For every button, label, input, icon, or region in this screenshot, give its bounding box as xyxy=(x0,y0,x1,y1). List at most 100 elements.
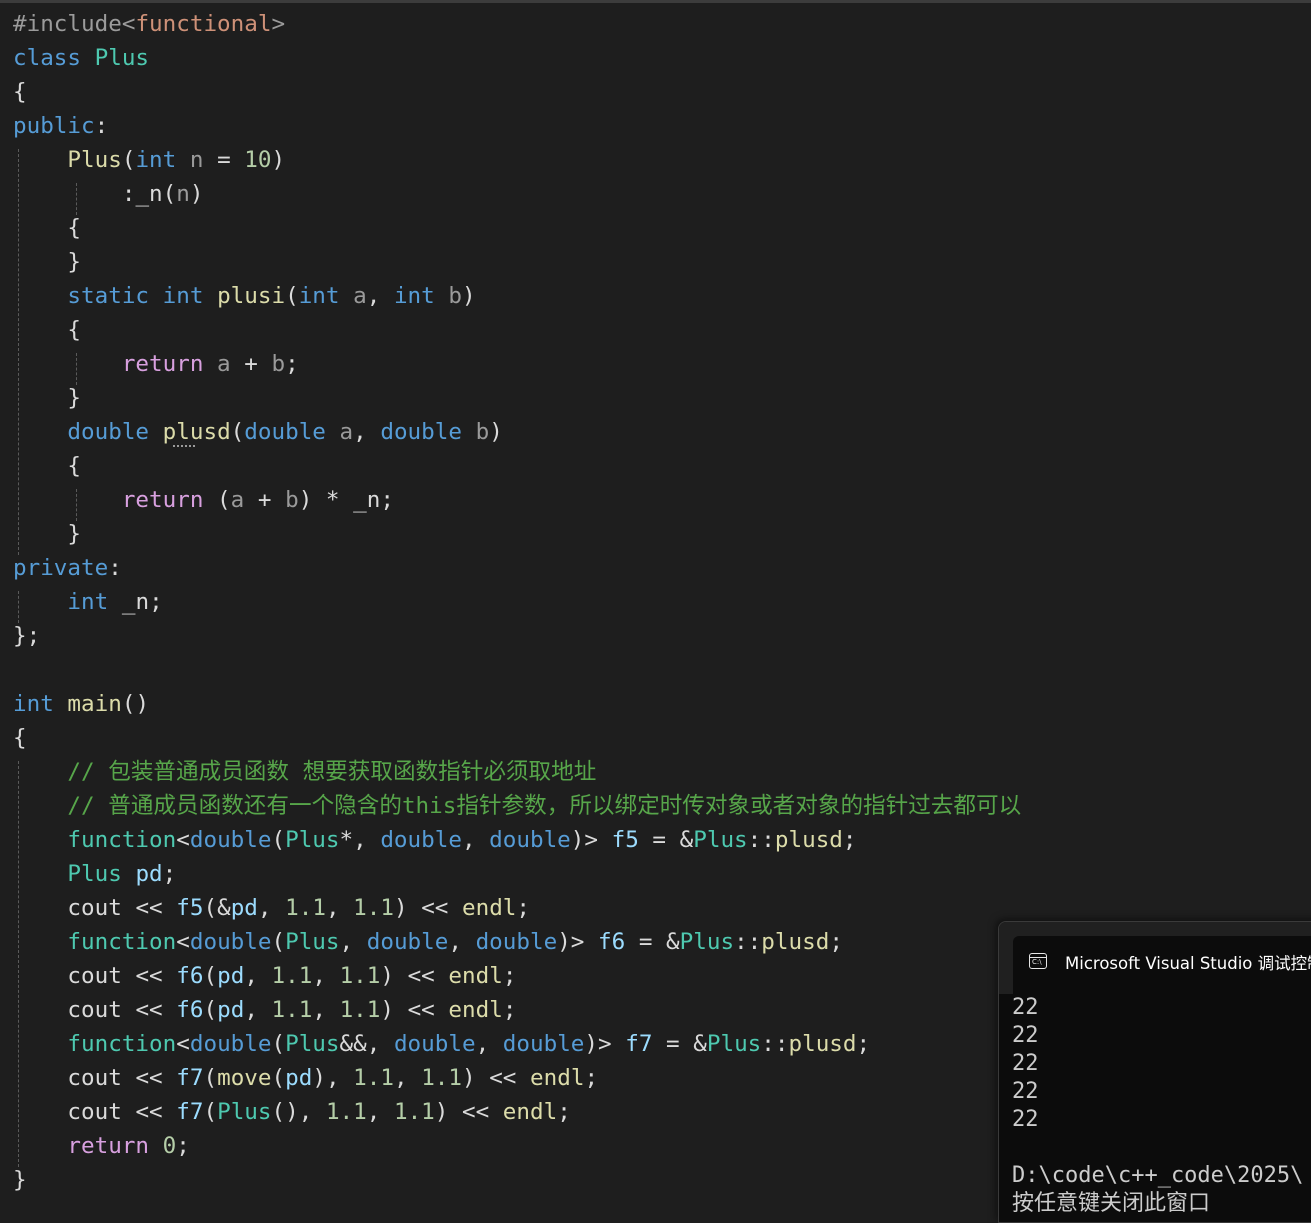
console-output-line: 22 xyxy=(1012,1079,1039,1104)
console-output-line: 22 xyxy=(1012,1107,1039,1132)
code-token: ( xyxy=(271,827,286,853)
code-token: { xyxy=(13,317,82,343)
code-token: ( xyxy=(203,963,218,989)
code-token: Plus xyxy=(217,1099,272,1125)
code-token: 1.1 xyxy=(353,895,394,921)
code-token: ; xyxy=(162,861,177,887)
code-token: Plus xyxy=(285,929,340,955)
code-token: , xyxy=(366,283,394,309)
code-token: << xyxy=(121,1065,177,1091)
code-token: double xyxy=(189,929,272,955)
code-token: function xyxy=(67,827,177,853)
code-token: plusd xyxy=(761,929,830,955)
code-token: } xyxy=(13,249,82,275)
code-line: Plus pd; xyxy=(13,857,176,891)
code-token: ) xyxy=(271,147,286,173)
code-editor[interactable]: #include<functional> class Plus{public: P… xyxy=(0,0,1311,1223)
code-line: function<double(Plus, double, double)> f… xyxy=(13,925,843,959)
code-token: )> xyxy=(557,929,599,955)
code-token: ( xyxy=(203,487,231,513)
code-token: { xyxy=(13,725,27,751)
code-line: function<double(Plus*, double, double)> … xyxy=(13,823,856,857)
code-token: (& xyxy=(203,895,231,921)
console-output-line: 22 xyxy=(1012,1051,1039,1076)
code-token: } xyxy=(13,521,82,547)
code-token: _n xyxy=(135,181,163,207)
code-hint-dots xyxy=(173,439,195,447)
code-token: endl xyxy=(448,963,503,989)
code-token: ( xyxy=(121,147,136,173)
code-token: ) << xyxy=(380,963,449,989)
code-line: cout << f6(pd, 1.1, 1.1) << endl; xyxy=(13,959,516,993)
code-line: } xyxy=(13,381,81,415)
code-token: private xyxy=(13,555,109,581)
console-tab[interactable]: C:\ Microsoft Visual Studio 调试控制台 xyxy=(1013,936,1311,994)
console-title-bar[interactable]: C:\ Microsoft Visual Studio 调试控制台 xyxy=(999,922,1311,994)
code-token: ; xyxy=(856,1031,871,1057)
code-token: functional xyxy=(135,11,272,37)
code-token: pd xyxy=(230,895,258,921)
debug-console-window[interactable]: C:\ Microsoft Visual Studio 调试控制台 22 22 22… xyxy=(998,921,1311,1223)
code-token: plusd xyxy=(788,1031,857,1057)
code-token: :: xyxy=(734,929,762,955)
console-window-icon: C:\ xyxy=(1029,953,1047,969)
code-token: &&, xyxy=(339,1031,394,1057)
code-token: { xyxy=(13,79,27,105)
code-token: plusi xyxy=(217,283,286,309)
code-line: cout << f7(Plus(), 1.1, 1.1) << endl; xyxy=(13,1095,570,1129)
code-line: function<double(Plus&&, double, double)>… xyxy=(13,1027,870,1061)
code-token: < xyxy=(121,11,136,37)
code-line: } xyxy=(13,517,81,551)
code-token: ; xyxy=(149,589,163,615)
code-token: // 包装普通成员函数 想要获取函数指针必须取地址 xyxy=(67,759,597,785)
code-line: return (a + b) * _n; xyxy=(13,483,394,517)
code-token: ; xyxy=(516,895,531,921)
code-token: () xyxy=(121,691,150,717)
code-line: }; xyxy=(13,619,40,653)
code-token: Plus xyxy=(693,827,748,853)
console-output-line: D:\code\c++_code\2025\ xyxy=(1012,1163,1304,1188)
code-token: Plus xyxy=(94,45,150,71)
code-token: f7 xyxy=(176,1065,204,1091)
code-token: << xyxy=(121,963,177,989)
code-token: return xyxy=(121,487,204,513)
code-token: double xyxy=(244,419,326,445)
code-line: { xyxy=(13,313,81,347)
code-line: { xyxy=(13,721,27,755)
code-token: { xyxy=(13,215,82,241)
indent-guide-ctor-init xyxy=(76,183,77,215)
code-token: ; xyxy=(285,351,299,377)
code-token: ) << xyxy=(462,1065,531,1091)
code-token: 1.1 xyxy=(339,997,381,1023)
code-token: : xyxy=(108,555,122,581)
code-line: :_n(n) xyxy=(13,177,204,211)
code-token: f5 xyxy=(176,895,204,921)
code-token: ), xyxy=(312,1065,354,1091)
code-token: Plus xyxy=(706,1031,762,1057)
code-line: int main() xyxy=(13,687,149,721)
code-token: cout xyxy=(67,1065,122,1091)
code-token: ; xyxy=(584,1065,599,1091)
code-token: ) * xyxy=(298,487,354,513)
code-token: function xyxy=(67,1031,177,1057)
code-token: ; xyxy=(502,997,517,1023)
code-token: ( xyxy=(271,1065,286,1091)
code-token: 1.1 xyxy=(271,997,313,1023)
indent-guide-plusi-body xyxy=(76,353,77,385)
code-line: #include<functional> xyxy=(13,7,285,41)
code-token: = & xyxy=(625,929,680,955)
code-token: f7 xyxy=(625,1031,653,1057)
code-token: a xyxy=(230,487,245,513)
code-token: main xyxy=(67,691,122,717)
